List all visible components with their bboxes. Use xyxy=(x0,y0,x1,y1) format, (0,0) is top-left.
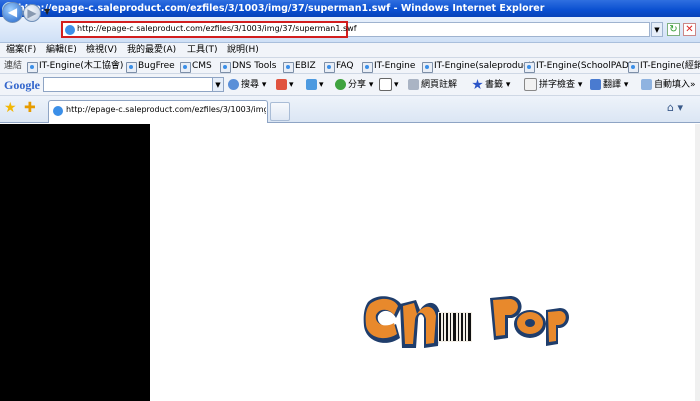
home-icon: ⌂ xyxy=(667,101,674,114)
sidewiki-icon xyxy=(379,78,392,91)
link-page-icon xyxy=(126,62,137,73)
tab-page-icon xyxy=(53,106,63,116)
refresh-button[interactable]: ↻ xyxy=(667,23,680,36)
add-favorite-icon[interactable]: ✚ xyxy=(24,101,36,115)
translate-icon xyxy=(590,79,601,90)
link-page-icon xyxy=(27,62,38,73)
tab-label[interactable]: http://epage-c.saleproduct.com/ezfiles/3… xyxy=(66,104,266,116)
links-label: 連結 xyxy=(4,61,23,71)
link-item[interactable]: IT-Engine(木工協會) xyxy=(27,58,123,74)
forward-button[interactable]: ▶ xyxy=(23,4,41,22)
google-logo[interactable]: Google xyxy=(4,78,40,92)
address-bar-field[interactable] xyxy=(348,22,650,37)
links-bar: 連結 IT-Engine(木工協會) BugFree CMS DNS Tools… xyxy=(0,58,700,74)
address-dropdown-icon[interactable]: ▼ xyxy=(651,22,663,37)
menu-view[interactable]: 檢視(V) xyxy=(86,43,117,58)
share-button[interactable]: 分享 ▾ xyxy=(335,74,373,96)
link-page-icon xyxy=(180,62,191,73)
sidewiki-button[interactable]: ▾ xyxy=(379,74,399,96)
address-url[interactable]: http://epage-c.saleproduct.com/ezfiles/3… xyxy=(77,23,357,35)
link-item[interactable]: CMS xyxy=(180,58,212,74)
menu-tools[interactable]: 工具(T) xyxy=(187,43,218,58)
link-item[interactable]: IT-Engine xyxy=(362,58,415,74)
toolbar-overflow-icon[interactable]: » xyxy=(690,74,696,96)
favorites-star-icon[interactable]: ★ xyxy=(4,101,17,115)
spell-check-button[interactable]: 拼字檢查 ▾ xyxy=(524,74,582,96)
annotate-button[interactable]: 網頁註解 xyxy=(408,74,457,96)
new-tab-button[interactable] xyxy=(270,102,290,121)
plus-icon xyxy=(306,79,317,90)
forward-arrow-icon: ▶ xyxy=(27,6,37,20)
black-side-panel xyxy=(0,124,150,401)
link-item[interactable]: BugFree xyxy=(126,58,175,74)
popup-blocker-icon xyxy=(276,79,287,90)
menu-help[interactable]: 說明(H) xyxy=(227,43,259,58)
title-bar: http://epage-c.saleproduct.com/ezfiles/3… xyxy=(0,0,700,17)
link-item[interactable]: FAQ xyxy=(324,58,353,74)
back-arrow-icon: ◀ xyxy=(7,5,18,19)
link-item[interactable]: EBIZ xyxy=(283,58,316,74)
link-item[interactable]: DNS Tools xyxy=(220,58,276,74)
link-page-icon xyxy=(324,62,335,73)
link-page-icon xyxy=(628,62,639,73)
recent-pages-dropdown-icon[interactable]: ▼ xyxy=(44,7,50,16)
link-item[interactable]: IT-Engine(SchoolPAD) xyxy=(524,58,632,74)
google-search-dropdown-icon[interactable]: ▼ xyxy=(212,77,224,92)
autofill-button[interactable]: 自動填入 xyxy=(641,74,690,96)
link-item[interactable]: IT-Engine(經銷 xyxy=(628,58,700,74)
window-title: http://epage-c.saleproduct.com/ezfiles/3… xyxy=(18,3,545,14)
link-page-icon xyxy=(422,62,433,73)
google-plus-button[interactable]: ▾ xyxy=(306,74,324,96)
translate-button[interactable]: 翻譯 ▾ xyxy=(590,74,628,96)
link-item[interactable]: IT-Engine(saleproduct) xyxy=(422,58,535,74)
share-icon xyxy=(335,79,346,90)
search-icon xyxy=(228,79,239,90)
stop-button[interactable]: ✕ xyxy=(683,23,696,36)
menu-favorites[interactable]: 我的最愛(A) xyxy=(127,43,176,58)
google-search-input[interactable] xyxy=(43,77,213,92)
google-search-button[interactable]: 搜尋 ▾ xyxy=(228,74,266,96)
star-icon xyxy=(472,79,483,90)
menu-edit[interactable]: 編輯(E) xyxy=(46,43,77,58)
home-button[interactable]: ⌂ ▾ xyxy=(667,101,683,114)
popup-blocker-button[interactable]: ▾ xyxy=(276,74,294,96)
autofill-icon xyxy=(641,79,652,90)
graffiti-logo xyxy=(363,296,569,348)
bookmarks-button[interactable]: 書籤 ▾ xyxy=(472,74,510,96)
link-page-icon xyxy=(524,62,535,73)
spellcheck-icon xyxy=(524,78,537,91)
link-page-icon xyxy=(283,62,294,73)
menu-bar: 檔案(F) 編輯(E) 檢視(V) 我的最愛(A) 工具(T) 說明(H) xyxy=(0,43,700,58)
page-icon xyxy=(65,25,75,35)
scrollbar[interactable] xyxy=(695,124,700,401)
menu-file[interactable]: 檔案(F) xyxy=(6,43,36,58)
link-page-icon xyxy=(220,62,231,73)
back-button[interactable]: ◀ xyxy=(2,2,23,23)
link-page-icon xyxy=(362,62,373,73)
comment-icon xyxy=(408,79,419,90)
